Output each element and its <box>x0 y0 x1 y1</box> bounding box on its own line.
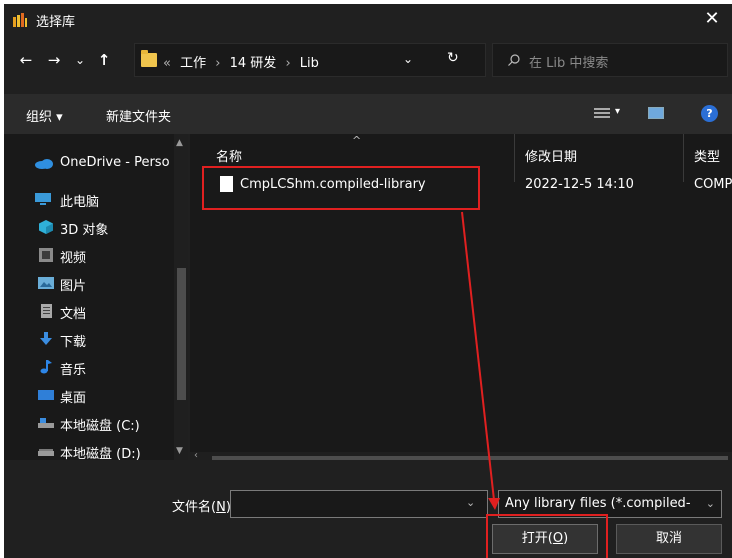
sidebar-item-label: 此电脑 <box>60 195 100 210</box>
sidebar-item-drive-c[interactable]: 本地磁盘 (C:) <box>4 410 176 436</box>
cloud-icon <box>35 159 53 169</box>
sidebar-scrollbar[interactable]: ▲ ▼ <box>174 134 188 460</box>
file-open-dialog: 选择库 ✕ ← → ⌄ ↑ « 工作 › 14 研发 › Lib ⌄ ↻ 在 L… <box>4 4 732 558</box>
search-icon <box>508 54 520 66</box>
up-button[interactable]: ↑ <box>92 48 116 72</box>
annotation-box-file <box>202 166 480 210</box>
sidebar-item-label: 3D 对象 <box>60 223 109 238</box>
folder-icon <box>141 50 157 67</box>
breadcrumb-item-work[interactable]: 工作 <box>180 56 206 71</box>
scroll-down-arrow-icon[interactable]: ▼ <box>176 446 183 456</box>
sidebar-item-label: 视频 <box>60 251 87 266</box>
document-icon <box>41 304 52 318</box>
close-button[interactable]: ✕ <box>692 4 732 34</box>
column-header-name[interactable]: 名称 <box>216 146 242 165</box>
back-button[interactable]: ← <box>14 48 38 72</box>
sidebar-item-label: 图片 <box>60 279 87 294</box>
sort-ascending-icon: ^ <box>352 134 362 147</box>
drive-icon <box>38 418 54 428</box>
drive-icon <box>38 449 54 456</box>
cube-icon <box>39 220 53 234</box>
help-button[interactable]: ? <box>701 105 718 122</box>
filename-dropdown-icon[interactable]: ⌄ <box>466 496 475 509</box>
sidebar-item-drive-d[interactable]: 本地磁盘 (D:) <box>4 438 176 460</box>
file-type: COMP <box>694 177 732 192</box>
music-note-icon <box>40 360 52 374</box>
filename-input[interactable] <box>230 490 488 518</box>
annotation-box-open-button <box>486 514 608 558</box>
file-type-filter-value: Any library files (*.compiled- <box>505 496 691 511</box>
sidebar-item-downloads[interactable]: 下载 <box>4 326 176 352</box>
dialog-footer: 文件名(N): ⌄ Any library files (*.compiled-… <box>4 460 732 558</box>
film-icon <box>39 248 53 262</box>
sidebar-item-documents[interactable]: 文档 <box>4 298 176 324</box>
sidebar-item-label: 文档 <box>60 307 87 322</box>
sidebar-item-3d-objects[interactable]: 3D 对象 <box>4 214 176 240</box>
organize-button[interactable]: 组织 ▾ <box>26 106 63 125</box>
scroll-up-arrow-icon[interactable]: ▲ <box>176 138 183 148</box>
computer-icon <box>35 193 51 205</box>
sidebar-item-desktop[interactable]: 桌面 <box>4 382 176 408</box>
new-folder-button[interactable]: 新建文件夹 <box>106 106 171 125</box>
sidebar-scrollbar-thumb[interactable] <box>177 268 186 400</box>
breadcrumb-item-lib[interactable]: Lib <box>300 56 319 71</box>
refresh-button[interactable]: ↻ <box>447 50 459 66</box>
app-icon <box>13 13 27 27</box>
sidebar-item-onedrive[interactable]: OneDrive - Perso <box>4 150 176 176</box>
cancel-button[interactable]: 取消 <box>616 524 722 554</box>
sidebar-item-label: 下载 <box>60 335 87 350</box>
navigation-bar: ← → ⌄ ↑ « 工作 › 14 研发 › Lib ⌄ ↻ 在 Lib 中搜索 <box>4 42 732 80</box>
window-title: 选择库 <box>36 15 76 30</box>
breadcrumb: « 工作 › 14 研发 › Lib <box>163 52 319 71</box>
search-input[interactable]: 在 Lib 中搜索 <box>529 52 608 71</box>
navigation-pane: OneDrive - Perso 此电脑 3D 对象 视频 图片 文档 下载 音… <box>4 134 188 460</box>
preview-pane-icon[interactable] <box>648 107 664 119</box>
column-header-type[interactable]: 类型 <box>694 146 720 165</box>
sidebar-item-label: 桌面 <box>60 391 87 406</box>
chevron-down-icon: ⌄ <box>705 497 715 510</box>
sidebar-item-label: 音乐 <box>60 363 87 378</box>
sidebar-item-music[interactable]: 音乐 <box>4 354 176 380</box>
breadcrumb-separator[interactable]: › <box>285 56 290 71</box>
sidebar-item-this-pc[interactable]: 此电脑 <box>4 186 176 212</box>
forward-button[interactable]: → <box>42 48 66 72</box>
picture-icon <box>38 277 54 289</box>
recent-locations-button[interactable]: ⌄ <box>68 48 92 72</box>
download-arrow-icon <box>40 332 52 345</box>
sidebar-item-label: 本地磁盘 (C:) <box>60 419 140 434</box>
column-header-modified[interactable]: 修改日期 <box>525 146 577 165</box>
breadcrumb-overflow[interactable]: « <box>163 56 171 71</box>
sidebar-item-label: OneDrive - Perso <box>60 155 170 170</box>
file-modified-date: 2022-12-5 14:10 <box>525 177 634 192</box>
sidebar-item-videos[interactable]: 视频 <box>4 242 176 268</box>
filename-label: 文件名(N): <box>172 500 235 515</box>
desktop-icon <box>38 390 54 400</box>
address-bar[interactable]: « 工作 › 14 研发 › Lib ⌄ ↻ <box>134 43 486 77</box>
breadcrumb-separator[interactable]: › <box>215 56 220 71</box>
horizontal-scrollbar[interactable]: ‹ <box>190 450 732 460</box>
search-box[interactable]: 在 Lib 中搜索 <box>492 43 728 77</box>
sidebar-item-pictures[interactable]: 图片 <box>4 270 176 296</box>
title-bar: 选择库 ✕ <box>4 4 732 34</box>
breadcrumb-item-rnd[interactable]: 14 研发 <box>230 56 277 71</box>
command-bar: 组织 ▾ 新建文件夹 ▾ ? <box>4 94 732 134</box>
address-dropdown-button[interactable]: ⌄ <box>403 52 413 66</box>
view-dropdown-button[interactable]: ▾ <box>615 106 620 117</box>
change-view-icon[interactable] <box>594 106 610 120</box>
sidebar-item-label: 本地磁盘 (D:) <box>60 447 141 460</box>
scroll-left-arrow-icon[interactable]: ‹ <box>194 450 198 460</box>
